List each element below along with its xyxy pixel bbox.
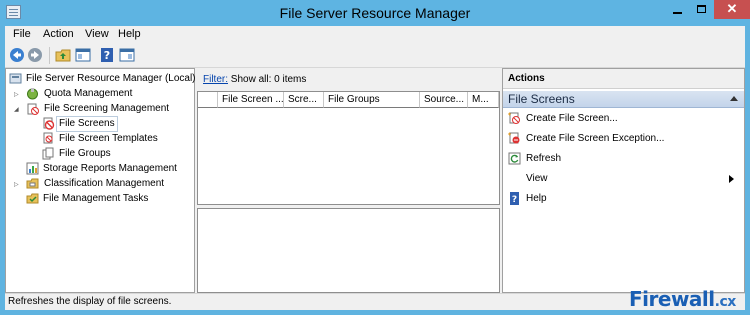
tree-item-label: File Screen Templates [59, 133, 158, 144]
close-icon: ✕ [726, 1, 738, 16]
actions-header: Actions [503, 69, 744, 89]
tree-item-label: Storage Reports Management [43, 163, 177, 174]
action-label: Refresh [526, 153, 562, 164]
tree-item-label: Classification Management [44, 178, 165, 189]
action-view[interactable]: View [503, 170, 744, 188]
window-title: File Server Resource Manager [279, 5, 471, 21]
tree-item-label: File Screening Management [44, 103, 170, 114]
details-pane [197, 208, 500, 293]
help-icon: ? [510, 192, 519, 205]
expand-icon[interactable]: ▷ [14, 88, 20, 98]
create-file-screen-icon [508, 112, 520, 124]
filter-link[interactable]: Filter: [203, 74, 228, 85]
maximize-button[interactable] [690, 0, 714, 19]
file-screen-icon [43, 117, 55, 130]
action-create-file-screen[interactable]: Create File Screen... [503, 110, 744, 128]
actions-pane: Actions File Screens Create File Screen.… [502, 68, 745, 293]
menu-help[interactable]: Help [118, 28, 141, 40]
action-label: Create File Screen Exception... [526, 133, 665, 144]
toolbar-separator [49, 47, 50, 64]
action-label: View [526, 173, 548, 184]
action-create-file-screen-exception[interactable]: Create File Screen Exception... [503, 130, 744, 148]
tree-root-label: File Server Resource Manager (Local) [26, 73, 196, 84]
file-screens-list[interactable]: File Screen ... Scre... File Groups Sour… [197, 91, 500, 205]
submenu-arrow-icon [729, 175, 734, 183]
minimize-icon [673, 12, 682, 14]
server-manager-icon [9, 73, 22, 84]
watermark-main: Firewall [629, 287, 715, 311]
action-label: Create File Screen... [526, 113, 618, 124]
storage-reports-icon [26, 162, 39, 175]
back-icon[interactable] [9, 47, 25, 63]
file-screening-icon [27, 103, 39, 115]
maximize-icon [697, 5, 706, 13]
menu-view[interactable]: View [85, 28, 109, 40]
menu-file[interactable]: File [13, 28, 31, 40]
create-exception-icon [508, 132, 520, 144]
actions-section-label: File Screens [508, 92, 575, 106]
action-label: Help [526, 193, 547, 204]
tree-item-label: File Groups [59, 148, 111, 159]
filter-bar: Filter: Show all: 0 items [203, 74, 306, 85]
action-refresh[interactable]: Refresh [503, 150, 744, 168]
menu-bar: File Action View Help [5, 26, 745, 44]
tree-item-label: File Management Tasks [43, 193, 149, 204]
show-hide-tree-icon[interactable] [75, 47, 91, 63]
file-screen-template-icon [43, 132, 53, 144]
quota-icon [27, 88, 38, 100]
menu-action[interactable]: Action [43, 28, 74, 40]
refresh-icon [508, 152, 521, 165]
toolbar: ? [5, 44, 745, 68]
help-icon[interactable]: ? [99, 47, 115, 63]
results-pane: Filter: Show all: 0 items File Screen ..… [197, 68, 501, 293]
expand-icon[interactable]: ▷ [14, 178, 20, 188]
column-header-screening-type[interactable]: Scre... [284, 92, 324, 108]
column-header-file-groups[interactable]: File Groups [324, 92, 420, 108]
title-bar[interactable]: File Server Resource Manager ✕ [0, 0, 750, 26]
file-group-icon [42, 147, 54, 160]
firewall-cx-watermark: Firewall.cx [629, 287, 736, 311]
main-content: File Server Resource Manager (Local) ▷ Q… [5, 68, 745, 293]
collapse-section-icon[interactable] [730, 96, 738, 101]
filter-status: Show all: 0 items [230, 74, 307, 85]
collapse-icon[interactable]: ◢ [14, 103, 20, 113]
tree-item-label: File Screens [56, 116, 118, 132]
column-header-source-template[interactable]: Source... [420, 92, 468, 108]
minimize-button[interactable] [664, 0, 690, 19]
actions-section-file-screens[interactable]: File Screens [503, 91, 744, 108]
application-window: File Server Resource Manager ✕ File Acti… [0, 0, 750, 315]
console-tree: File Server Resource Manager (Local) ▷ Q… [5, 68, 196, 293]
up-folder-icon[interactable] [55, 47, 71, 63]
column-header-icon[interactable] [198, 92, 218, 108]
action-help[interactable]: ? Help [503, 190, 744, 208]
close-button[interactable]: ✕ [714, 0, 750, 19]
column-header-matches-template[interactable]: M... [468, 92, 499, 108]
status-text: Refreshes the display of file screens. [8, 296, 172, 307]
show-hide-action-pane-icon[interactable] [119, 47, 135, 63]
classification-icon [26, 178, 39, 189]
svg-text:?: ? [512, 195, 517, 205]
column-header-file-screen-path[interactable]: File Screen ... [218, 92, 284, 108]
tree-item-label: Quota Management [44, 88, 133, 99]
watermark-suffix: .cx [714, 294, 737, 310]
forward-icon[interactable] [27, 47, 43, 63]
file-management-tasks-icon [26, 193, 39, 204]
svg-text:?: ? [104, 49, 110, 62]
